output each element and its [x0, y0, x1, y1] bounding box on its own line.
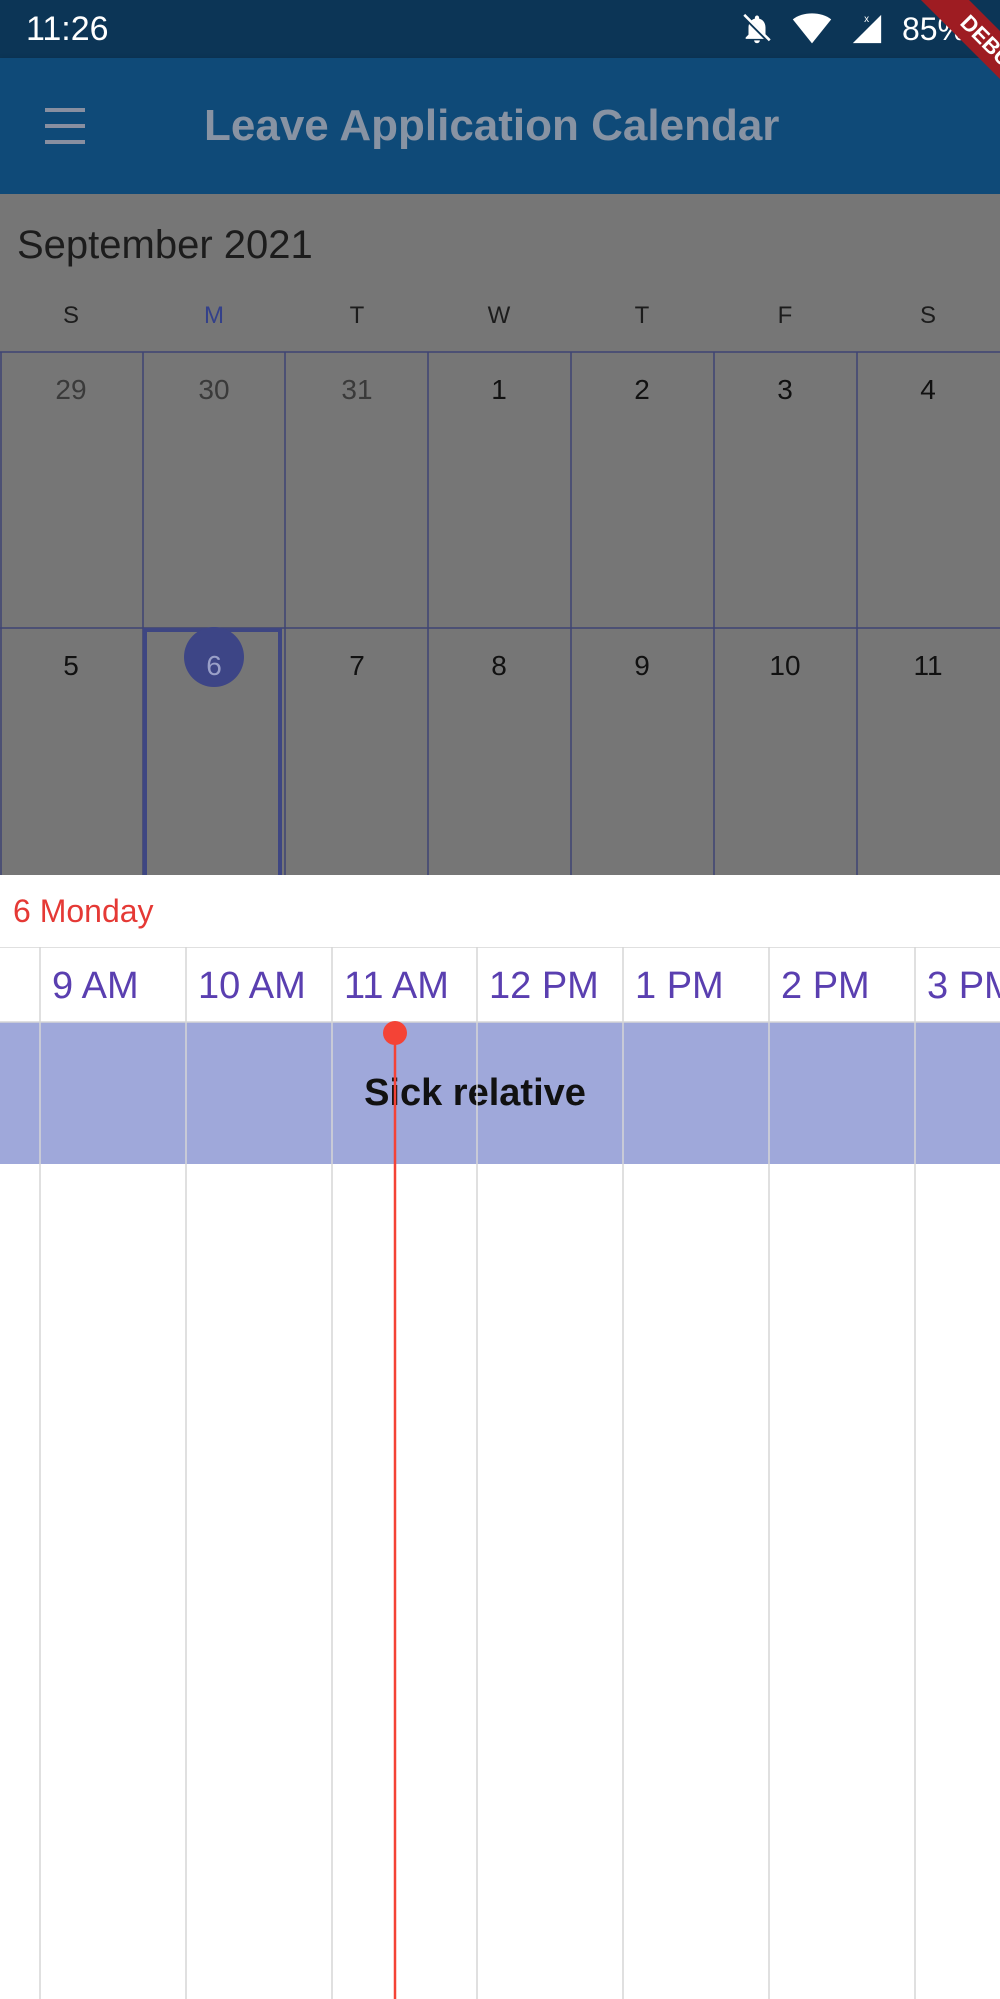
notifications-off-icon [742, 13, 772, 44]
month-view: September 2021 SMTWTFS 29 30 31 1 2 3 4 5 6 7 8 9 10… [0, 194, 1000, 875]
agenda-day-number: 6 [13, 893, 31, 929]
day-cell[interactable]: 10 [714, 646, 856, 686]
time-label: 2 PM [781, 965, 870, 1007]
time-label: 12 PM [489, 965, 599, 1007]
day-cell[interactable]: 11 [857, 646, 999, 686]
menu-button[interactable] [40, 106, 90, 146]
debug-banner-label: DEBUG [902, 0, 1000, 137]
day-cell[interactable]: 4 [857, 370, 999, 410]
wifi-icon [792, 13, 832, 44]
status-time: 11:26 [26, 10, 109, 48]
timeline-view[interactable]: Sick relative 9 AM 10 AM 11 AM 12 PM 1 PM 2 P… [0, 947, 1000, 1999]
day-cell[interactable]: 7 [286, 646, 428, 686]
agenda-day-name: Monday [39, 893, 154, 929]
current-time-indicator [383, 1021, 407, 1045]
agenda-date-header: 6 Monday [13, 888, 154, 934]
menu-icon [45, 108, 85, 112]
debug-banner: DEBUG [850, 0, 1000, 150]
day-cell[interactable]: 31 [286, 370, 428, 410]
day-cell[interactable]: 3 [714, 370, 856, 410]
app-title: Leave Application Calendar [204, 101, 780, 150]
timeline-grid [0, 947, 1000, 1999]
menu-icon-bar [45, 140, 85, 144]
time-label: 1 PM [635, 965, 724, 1007]
day-cell[interactable]: 6 [143, 646, 285, 686]
menu-icon-bar [45, 124, 85, 128]
day-cell[interactable]: 30 [143, 370, 285, 410]
day-cell[interactable]: 9 [571, 646, 713, 686]
day-cell[interactable]: 1 [428, 370, 570, 410]
time-label: 9 AM [52, 965, 139, 1007]
day-cell[interactable]: 2 [571, 370, 713, 410]
day-cell[interactable]: 29 [0, 370, 142, 410]
day-cell[interactable]: 8 [428, 646, 570, 686]
day-cell[interactable]: 5 [0, 646, 142, 686]
time-label: 11 AM [344, 965, 449, 1007]
time-label: 10 AM [198, 965, 306, 1007]
time-label: 3 PM [927, 965, 1000, 1007]
